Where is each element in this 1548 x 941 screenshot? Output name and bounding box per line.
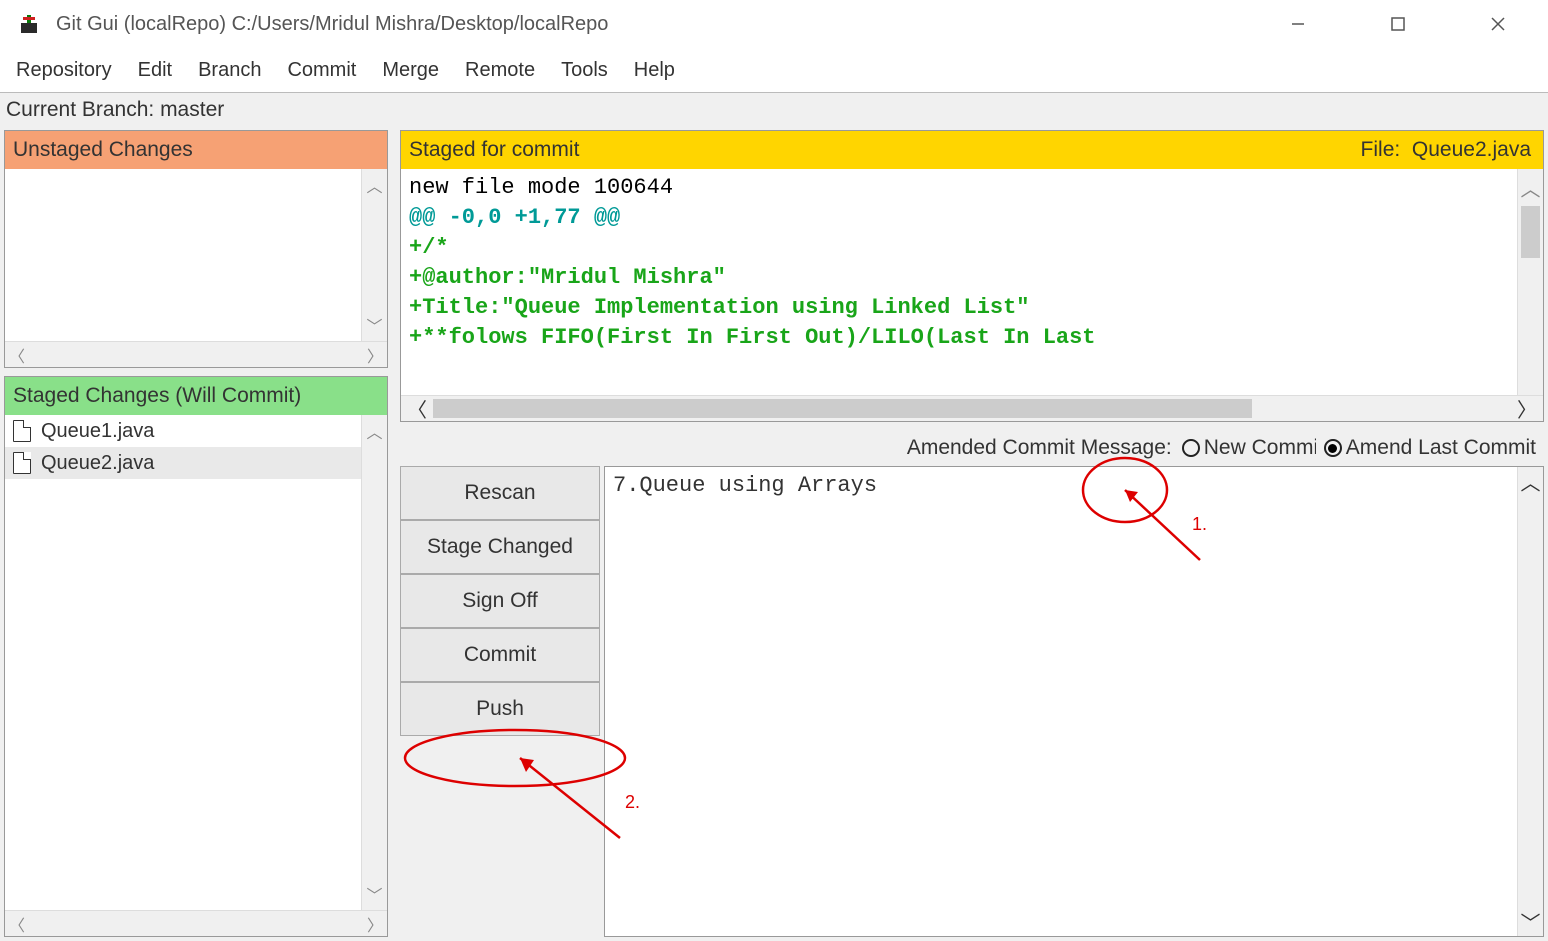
- radio-new-commit[interactable]: New Commit: [1182, 436, 1316, 460]
- scrollbar-thumb[interactable]: [433, 399, 1252, 418]
- staged-file-row[interactable]: Queue2.java: [5, 447, 361, 479]
- radio-amend-commit[interactable]: Amend Last Commit: [1324, 436, 1536, 460]
- diff-line: +**folows FIFO(First In First Out)/LILO(…: [409, 323, 1509, 353]
- commit-message-vscrollbar[interactable]: ︿ ﹀: [1517, 467, 1543, 936]
- commit-message-box[interactable]: 7.Queue using Arrays ︿ ﹀: [604, 466, 1544, 937]
- current-branch-row: Current Branch: master: [0, 92, 1548, 126]
- commit-message-label: Amended Commit Message:: [907, 436, 1172, 460]
- radio-amend-commit-label: Amend Last Commit: [1346, 436, 1536, 460]
- commit-area: Amended Commit Message: New Commit Amend…: [396, 426, 1548, 941]
- scroll-down-icon[interactable]: ﹀: [1521, 907, 1541, 936]
- diff-vscrollbar[interactable]: ︿: [1517, 169, 1543, 395]
- scroll-right-icon[interactable]: 〉: [363, 339, 387, 371]
- close-button[interactable]: [1448, 0, 1548, 48]
- diff-line: @@ -0,0 +1,77 @@: [409, 203, 1509, 233]
- scroll-up-icon[interactable]: ︿: [362, 169, 386, 201]
- diff-pane: Staged for commit File: Queue2.java new …: [400, 130, 1544, 422]
- minimize-button[interactable]: [1248, 0, 1348, 48]
- commit-message-text[interactable]: 7.Queue using Arrays: [605, 467, 1517, 936]
- menu-commit[interactable]: Commit: [287, 59, 356, 82]
- diff-hscrollbar[interactable]: 〈 〉: [401, 395, 1543, 421]
- menu-edit[interactable]: Edit: [138, 59, 172, 82]
- menu-remote[interactable]: Remote: [465, 59, 535, 82]
- git-gui-icon: [18, 13, 40, 35]
- scroll-right-icon[interactable]: 〉: [1511, 394, 1543, 423]
- menu-merge[interactable]: Merge: [382, 59, 439, 82]
- current-branch-label: Current Branch: master: [6, 98, 224, 122]
- commit-button[interactable]: Commit: [400, 628, 600, 682]
- staged-hscrollbar[interactable]: 〈 〉: [5, 910, 387, 936]
- sign-off-button[interactable]: Sign Off: [400, 574, 600, 628]
- diff-line: +@author:"Mridul Mishra": [409, 263, 1509, 293]
- rescan-button[interactable]: Rescan: [400, 466, 600, 520]
- scroll-down-icon[interactable]: ﹀: [362, 309, 386, 341]
- title-bar: Git Gui (localRepo) C:/Users/Mridul Mish…: [0, 0, 1548, 48]
- maximize-button[interactable]: [1348, 0, 1448, 48]
- file-name: Queue2.java: [41, 452, 154, 475]
- unstaged-header: Unstaged Changes: [5, 131, 387, 169]
- staged-header: Staged Changes (Will Commit): [5, 377, 387, 415]
- diff-header-right: File: Queue2.java: [1361, 138, 1531, 162]
- menu-tools[interactable]: Tools: [561, 59, 608, 82]
- menu-branch[interactable]: Branch: [198, 59, 261, 82]
- scroll-up-icon[interactable]: ︿: [362, 415, 386, 447]
- window-controls: [1248, 0, 1548, 48]
- scroll-left-icon[interactable]: 〈: [5, 908, 29, 940]
- staged-vscrollbar[interactable]: ︿ ﹀: [361, 415, 387, 910]
- radio-new-commit-label: New Commit: [1204, 436, 1316, 460]
- menu-repository[interactable]: Repository: [16, 59, 112, 82]
- scroll-up-icon[interactable]: ︿: [1518, 169, 1543, 206]
- stage-changed-button[interactable]: Stage Changed: [400, 520, 600, 574]
- radio-icon: [1324, 439, 1342, 457]
- window-title: Git Gui (localRepo) C:/Users/Mridul Mish…: [56, 13, 1248, 36]
- diff-line: +/*: [409, 233, 1509, 263]
- diff-header-left: Staged for commit: [409, 138, 579, 162]
- push-button[interactable]: Push: [400, 682, 600, 736]
- staged-file-list[interactable]: Queue1.java Queue2.java: [5, 415, 361, 910]
- unstaged-file-list[interactable]: [5, 169, 361, 341]
- scrollbar-thumb[interactable]: [1521, 206, 1540, 258]
- commit-button-column: Rescan Stage Changed Sign Off Commit Pus…: [396, 466, 600, 937]
- menu-bar: Repository Edit Branch Commit Merge Remo…: [0, 48, 1548, 92]
- scroll-left-icon[interactable]: 〈: [401, 394, 433, 423]
- scroll-left-icon[interactable]: 〈: [5, 339, 29, 371]
- diff-text[interactable]: new file mode 100644@@ -0,0 +1,77 @@+/*+…: [401, 169, 1517, 395]
- file-icon: [13, 452, 31, 474]
- unstaged-vscrollbar[interactable]: ︿ ﹀: [361, 169, 387, 341]
- diff-header: Staged for commit File: Queue2.java: [401, 131, 1543, 169]
- file-name: Queue1.java: [41, 420, 154, 443]
- diff-line: +Title:"Queue Implementation using Linke…: [409, 293, 1509, 323]
- file-icon: [13, 420, 31, 442]
- scroll-down-icon[interactable]: ﹀: [362, 878, 386, 910]
- unstaged-pane: Unstaged Changes ︿ ﹀ 〈 〉: [4, 130, 388, 368]
- menu-help[interactable]: Help: [634, 59, 675, 82]
- staged-pane: Staged Changes (Will Commit) Queue1.java…: [4, 376, 388, 937]
- scroll-up-icon[interactable]: ︿: [1521, 467, 1541, 496]
- unstaged-hscrollbar[interactable]: 〈 〉: [5, 341, 387, 367]
- radio-icon: [1182, 439, 1200, 457]
- scroll-right-icon[interactable]: 〉: [363, 908, 387, 940]
- commit-options-row: Amended Commit Message: New Commit Amend…: [396, 430, 1544, 466]
- staged-file-row[interactable]: Queue1.java: [5, 415, 361, 447]
- diff-line: new file mode 100644: [409, 173, 1509, 203]
